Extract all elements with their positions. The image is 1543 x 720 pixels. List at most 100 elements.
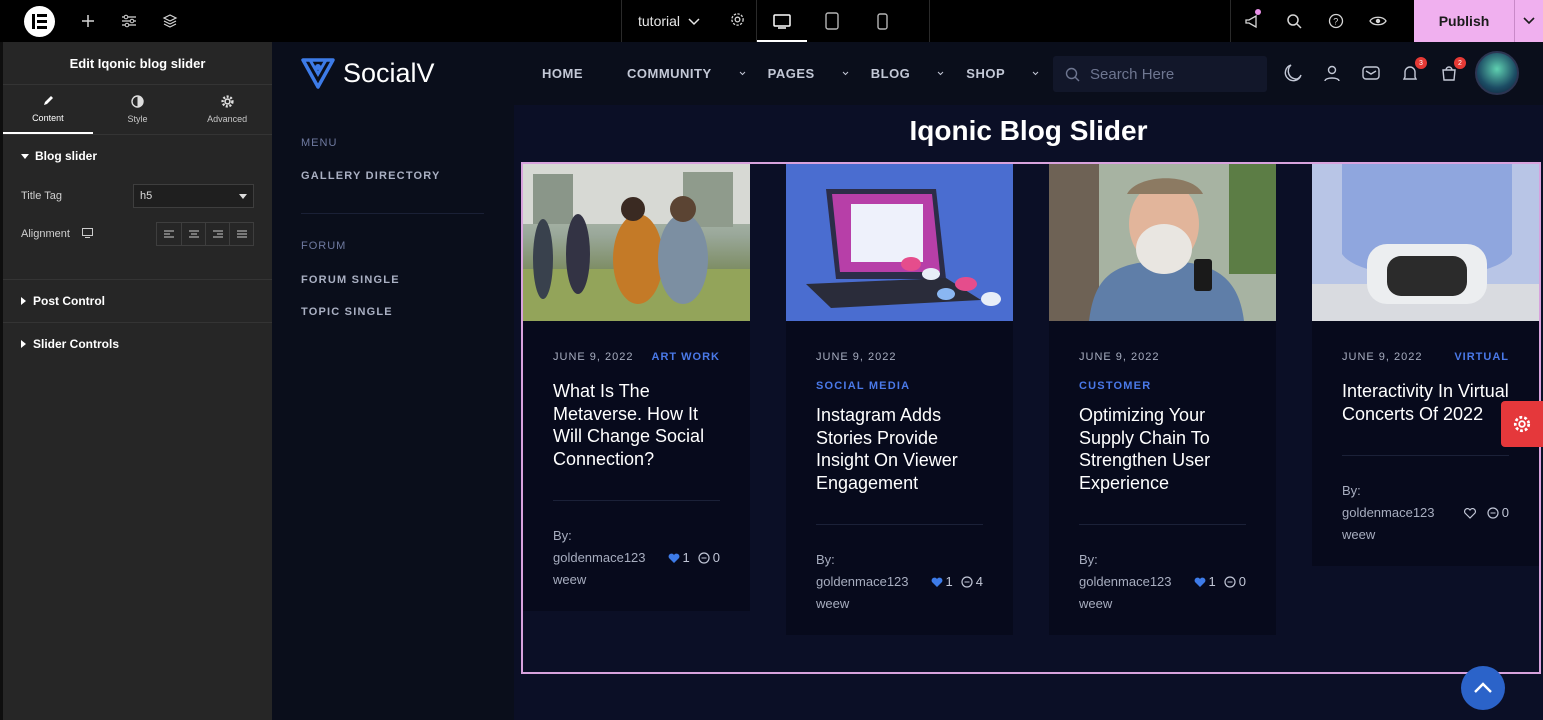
- card-title[interactable]: What Is The Metaverse. How It Will Chang…: [553, 380, 720, 470]
- responsive-desktop-icon[interactable]: [81, 227, 93, 241]
- side-menu-item-topic-single[interactable]: TOPIC SINGLE: [301, 306, 393, 318]
- heart-filled-icon[interactable]: [668, 553, 680, 564]
- comment-icon[interactable]: [1487, 507, 1499, 519]
- card-author-line2: weew: [1342, 527, 1376, 542]
- panel-title: Edit Iqonic blog slider: [3, 42, 272, 85]
- title-tag-value: h5: [140, 190, 153, 202]
- nav-item-pages[interactable]: PAGES: [768, 66, 849, 81]
- title-tag-select[interactable]: h5: [133, 184, 254, 208]
- comment-icon[interactable]: [698, 552, 710, 564]
- notification-badge: 3: [1415, 57, 1427, 69]
- card-author-line2: weew: [816, 596, 850, 611]
- comment-icon[interactable]: [961, 576, 973, 588]
- card-date: JUNE 9, 2022: [1342, 351, 1423, 363]
- contrast-icon: [131, 95, 144, 110]
- align-justify-icon[interactable]: [229, 223, 253, 245]
- dark-mode-moon-icon[interactable]: [1282, 62, 1304, 84]
- nav-label: COMMUNITY: [627, 66, 712, 81]
- friends-icon[interactable]: [1321, 62, 1343, 84]
- document-selector[interactable]: tutorial: [621, 0, 756, 42]
- blog-card-image[interactable]: [523, 164, 750, 321]
- likes-count: 1: [682, 550, 690, 565]
- alignment-label: Alignment: [21, 228, 70, 240]
- avatar[interactable]: [1475, 51, 1519, 95]
- alignment-control: Alignment: [21, 215, 254, 253]
- heart-filled-icon[interactable]: [931, 577, 943, 588]
- nav-item-home[interactable]: HOME: [542, 66, 605, 81]
- side-menu-item-gallery-directory[interactable]: GALLERY DIRECTORY: [301, 170, 441, 182]
- blog-card[interactable]: JUNE 9, 2022 VIRTUAL Interactivity In Vir…: [1312, 164, 1539, 566]
- desktop-icon[interactable]: [757, 0, 807, 42]
- tab-content[interactable]: Content: [3, 85, 93, 134]
- header-icons: 3 2: [1282, 57, 1466, 84]
- blog-card[interactable]: JUNE 9, 2022 CUSTOMER Optimizing Your Su…: [1049, 164, 1276, 635]
- card-category[interactable]: CUSTOMER: [1079, 380, 1246, 392]
- blog-slider-section-header[interactable]: Blog slider: [21, 135, 254, 177]
- align-right-icon[interactable]: [205, 223, 229, 245]
- publish-button-group: Publish: [1414, 0, 1543, 42]
- blog-card[interactable]: JUNE 9, 2022 ART WORK What Is The Metaver…: [523, 164, 750, 611]
- card-title[interactable]: Interactivity In Virtual Concerts Of 202…: [1342, 380, 1509, 425]
- page-settings-gear-icon[interactable]: [730, 12, 745, 30]
- comment-icon[interactable]: [1224, 576, 1236, 588]
- publish-button[interactable]: Publish: [1414, 0, 1514, 42]
- site-preview: SocialV HOME COMMUNITY PAGES BLOG SHOP S…: [272, 42, 1543, 720]
- mail-icon[interactable]: [1360, 62, 1382, 84]
- publish-options-chevron-icon[interactable]: [1514, 0, 1543, 42]
- blog-card[interactable]: JUNE 9, 2022 SOCIAL MEDIA Instagram Adds…: [786, 164, 1013, 635]
- panel-tabs: Content Style Advanced: [3, 85, 272, 135]
- main-content: Iqonic Blog Slider JUNE 9, 2022 ART WORK…: [514, 105, 1543, 720]
- side-menu-heading: FORUM: [301, 240, 347, 252]
- structure-layers-icon[interactable]: [149, 0, 190, 42]
- comments-count: 0: [712, 550, 720, 565]
- card-title[interactable]: Optimizing Your Supply Chain To Strength…: [1079, 404, 1246, 494]
- tablet-icon[interactable]: [807, 0, 857, 42]
- nav-item-community[interactable]: COMMUNITY: [627, 66, 746, 81]
- tab-advanced[interactable]: Advanced: [182, 85, 272, 134]
- heart-outline-icon[interactable]: [1463, 507, 1476, 519]
- select-caret-icon: [239, 190, 247, 202]
- settings-gear-button[interactable]: [1501, 401, 1543, 447]
- add-element-icon[interactable]: [67, 0, 108, 42]
- blog-card-image[interactable]: [786, 164, 1013, 321]
- notifications-megaphone-icon[interactable]: [1231, 0, 1273, 42]
- post-control-section-title: Post Control: [33, 294, 105, 308]
- nav-item-blog[interactable]: BLOG: [871, 66, 945, 81]
- caret-down-icon: [21, 149, 29, 163]
- scroll-to-top-button[interactable]: [1461, 666, 1505, 710]
- divider: [1342, 455, 1509, 456]
- chevron-down-icon: [1032, 71, 1039, 76]
- site-search-input[interactable]: Search Here: [1053, 56, 1267, 92]
- heart-filled-icon[interactable]: [1194, 577, 1206, 588]
- chevron-down-icon: [739, 71, 746, 76]
- blog-card-image[interactable]: [1049, 164, 1276, 321]
- bell-icon[interactable]: 3: [1399, 57, 1427, 84]
- page-title: Iqonic Blog Slider: [909, 115, 1148, 146]
- card-category[interactable]: SOCIAL MEDIA: [816, 380, 983, 392]
- slider-controls-section-header[interactable]: Slider Controls: [21, 323, 254, 365]
- socialv-logo-icon: [301, 58, 335, 89]
- search-placeholder: Search Here: [1090, 65, 1175, 83]
- elementor-logo-icon[interactable]: [24, 5, 55, 37]
- cart-icon[interactable]: 2: [1438, 57, 1466, 84]
- blog-card-image[interactable]: [1312, 164, 1539, 321]
- mobile-icon[interactable]: [857, 0, 907, 42]
- preview-eye-icon[interactable]: [1357, 0, 1399, 42]
- card-category[interactable]: ART WORK: [652, 351, 721, 364]
- side-menu-heading: MENU: [301, 137, 338, 149]
- site-settings-icon[interactable]: [108, 0, 149, 42]
- align-left-icon[interactable]: [157, 223, 181, 245]
- align-center-icon[interactable]: [181, 223, 205, 245]
- site-side-menu: MENU GALLERY DIRECTORY FORUM FORUM SINGL…: [272, 105, 518, 720]
- side-menu-item-forum-single[interactable]: FORUM SINGLE: [301, 274, 400, 286]
- site-logo[interactable]: SocialV: [301, 57, 435, 89]
- card-category[interactable]: VIRTUAL: [1454, 351, 1509, 364]
- gear-icon: [1513, 415, 1531, 433]
- likes-count: 1: [1208, 574, 1216, 589]
- search-icon[interactable]: [1273, 0, 1315, 42]
- help-icon[interactable]: ?: [1315, 0, 1357, 42]
- card-title[interactable]: Instagram Adds Stories Provide Insight O…: [816, 404, 983, 494]
- nav-item-shop[interactable]: SHOP: [966, 66, 1039, 81]
- tab-style[interactable]: Style: [93, 85, 183, 134]
- post-control-section-header[interactable]: Post Control: [21, 280, 254, 322]
